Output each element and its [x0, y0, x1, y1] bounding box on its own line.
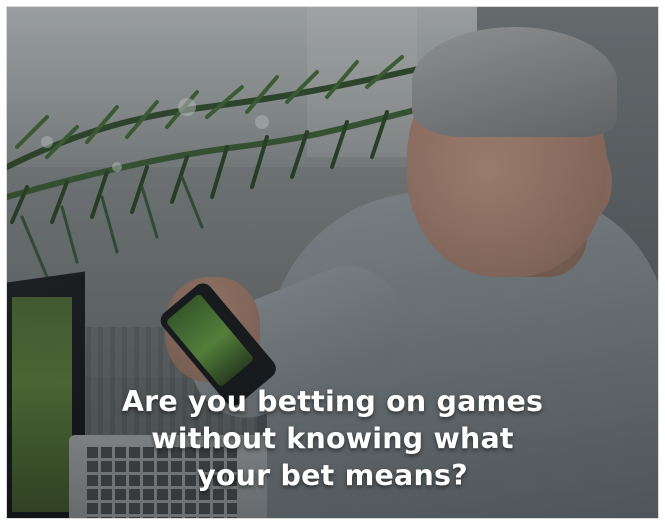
headline-line-3: your bet means? [197, 459, 468, 492]
headline: Are you betting on games without knowing… [7, 383, 658, 494]
photo-banner: Are you betting on games without knowing… [7, 7, 658, 518]
headline-line-2: without knowing what [151, 422, 514, 455]
headline-line-1: Are you betting on games [121, 385, 544, 418]
